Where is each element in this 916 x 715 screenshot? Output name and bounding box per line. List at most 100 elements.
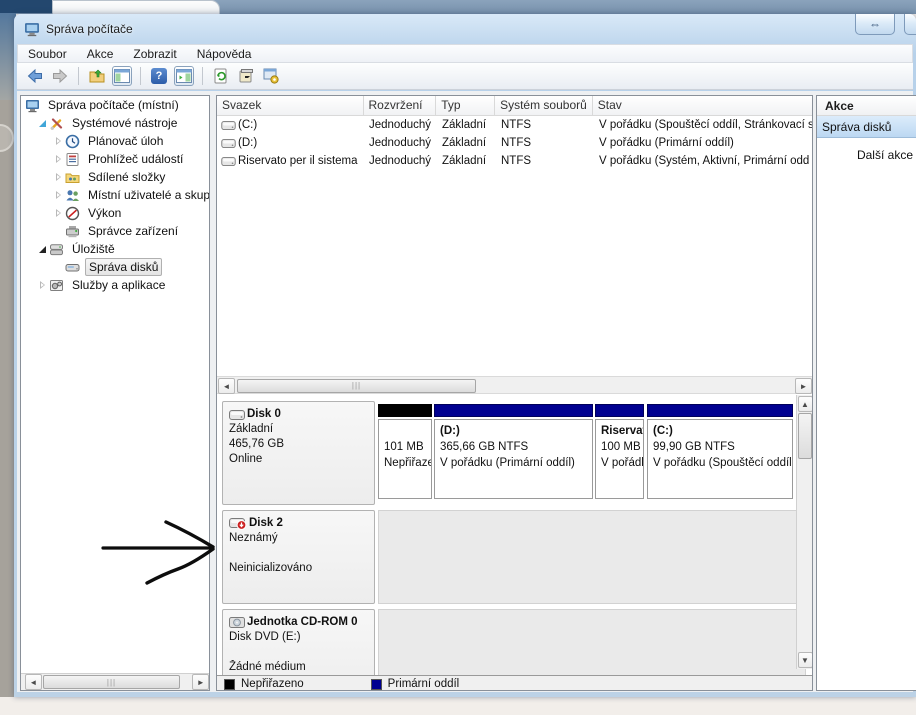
scroll-down-icon[interactable]: ▼: [798, 652, 813, 668]
event-viewer-icon: [65, 152, 81, 167]
disk-view-vertical-scrollbar[interactable]: ▲ ▼: [796, 395, 812, 669]
window-title: Správa počítače: [46, 22, 133, 36]
tree-item-uloziste[interactable]: Úložiště: [21, 240, 209, 258]
computer-icon: [25, 98, 41, 113]
primary-partition-swatch: [371, 679, 382, 690]
partition-c[interactable]: (C:) 99,90 GB NTFS V pořádku (Spouštěcí …: [647, 404, 793, 499]
col-typ[interactable]: Typ: [436, 96, 495, 115]
col-stav[interactable]: Stav: [593, 96, 812, 115]
content-area: Správa počítače (místní) Systémové nástr…: [17, 91, 913, 692]
volume-row-c[interactable]: (C:) Jednoduchý Základní NTFS V pořádku …: [217, 117, 812, 135]
disk-graphical-view: Disk 0 Základní 465,76 GB Online 101 MB …: [217, 395, 813, 673]
expand-collapse-icon[interactable]: [53, 171, 65, 183]
tree-item-mistni-uzivatele[interactable]: Místní uživatelé a skupiny: [21, 186, 209, 204]
tree-item-sdilene-slozky[interactable]: Sdílené složky: [21, 168, 209, 186]
legend-primary-label: Primární oddíl: [388, 678, 460, 690]
volume-icon: [221, 121, 236, 133]
tree-item-sluzby-a-aplikace[interactable]: Služby a aplikace: [21, 276, 209, 294]
scrollbar-thumb[interactable]: |||: [43, 675, 181, 689]
partition-riservato[interactable]: Riservato per il sistema 100 MB V pořádk…: [595, 404, 644, 499]
expander-spacer: [53, 261, 65, 273]
disk-error-icon: [229, 518, 247, 530]
screen: Správa počítače ⇔ Soubor Akce Zobrazit N…: [0, 0, 916, 715]
cdrom-status: Žádné médium: [229, 660, 368, 675]
window-icon: [24, 21, 40, 37]
expand-collapse-icon[interactable]: [37, 117, 49, 129]
tree-item-sprava-pocitace[interactable]: Správa počítače (místní): [21, 96, 209, 114]
partition-color-bar: [378, 404, 432, 417]
scroll-up-icon[interactable]: ▲: [798, 396, 813, 412]
disk-management-icon: [65, 260, 81, 275]
expand-collapse-icon[interactable]: [53, 207, 65, 219]
expander-spacer: [53, 225, 65, 237]
system-tools-icon: [49, 116, 65, 131]
partition-color-bar: [595, 404, 644, 417]
disk2-label[interactable]: Disk 2 Neznámý Neinicializováno: [222, 510, 375, 604]
local-users-icon: [65, 188, 81, 203]
col-rozvrzeni[interactable]: Rozvržení: [364, 96, 437, 115]
volume-list-horizontal-scrollbar[interactable]: ◄ ||| ►: [217, 376, 813, 394]
partition-color-bar: [434, 404, 593, 417]
show-hide-action-pane-icon[interactable]: [174, 66, 194, 86]
volume-row-riservato[interactable]: Riservato per il sistema Jednoduchý Zákl…: [217, 153, 812, 171]
storage-icon: [49, 242, 65, 257]
expand-collapse-icon[interactable]: [53, 153, 65, 165]
toolbar-separator: [140, 67, 141, 85]
menu-zobrazit[interactable]: Zobrazit: [123, 47, 186, 61]
clipped-caption-button[interactable]: [904, 14, 916, 35]
tree-horizontal-scrollbar[interactable]: ◄ ||| ►: [21, 673, 209, 690]
tree-item-planovac-uloh[interactable]: Plánovač úloh: [21, 132, 209, 150]
actions-more[interactable]: Další akce: [817, 148, 916, 162]
titlebar[interactable]: Správa počítače: [14, 14, 916, 44]
help-icon[interactable]: ?: [149, 66, 169, 86]
cd-drive-icon: [229, 617, 245, 628]
show-hide-console-tree-icon[interactable]: [112, 66, 132, 86]
desktop-strip: [0, 697, 916, 715]
scrollbar-thumb[interactable]: |||: [237, 379, 476, 393]
scrollbar-thumb[interactable]: [798, 413, 812, 459]
col-svazek[interactable]: Svazek: [217, 96, 364, 115]
actions-sprava-disku[interactable]: Správa disků: [817, 116, 916, 138]
disk0-size: 465,76 GB: [229, 437, 368, 452]
menubar: Soubor Akce Zobrazit Nápověda: [17, 44, 913, 63]
tree-item-sprava-disku[interactable]: Správa disků: [21, 258, 209, 276]
partition-color-bar: [647, 404, 793, 417]
shared-folders-icon: [65, 170, 81, 185]
disk0-label[interactable]: Disk 0 Základní 465,76 GB Online: [222, 401, 375, 505]
menu-soubor[interactable]: Soubor: [18, 47, 77, 61]
expand-collapse-icon[interactable]: [37, 243, 49, 255]
volume-list-header: Svazek Rozvržení Typ Systém souborů Stav: [217, 96, 812, 116]
configure-icon[interactable]: [261, 66, 281, 86]
console-tree-folder-icon[interactable]: [87, 66, 107, 86]
scroll-right-icon[interactable]: ►: [192, 674, 209, 690]
tree-item-systemove-nastroje[interactable]: Systémové nástroje: [21, 114, 209, 132]
expand-collapse-icon[interactable]: [37, 279, 49, 291]
expand-collapse-icon[interactable]: [53, 135, 65, 147]
unallocated-swatch: [224, 679, 235, 690]
scroll-left-icon[interactable]: ◄: [218, 378, 235, 394]
menu-napoveda[interactable]: Nápověda: [187, 47, 262, 61]
scroll-left-icon[interactable]: ◄: [25, 674, 42, 690]
expand-collapse-icon[interactable]: [53, 189, 65, 201]
col-system-souboru[interactable]: Systém souborů: [495, 96, 593, 115]
disk2-status: Neinicializováno: [229, 561, 368, 576]
refresh-icon[interactable]: [211, 66, 231, 86]
partition-d[interactable]: (D:) 365,66 GB NTFS V pořádku (Primární …: [434, 404, 593, 499]
actions-pane: Akce Správa disků Další akce: [816, 95, 916, 691]
back-icon[interactable]: [25, 66, 45, 86]
resize-button[interactable]: ⇔: [855, 14, 895, 35]
partition-unallocated[interactable]: 101 MB Nepřiřazeno: [378, 404, 432, 499]
menu-akce[interactable]: Akce: [77, 47, 124, 61]
volume-row-d[interactable]: (D:) Jednoduchý Základní NTFS V pořádku …: [217, 135, 812, 153]
forward-icon[interactable]: [50, 66, 70, 86]
tree-item-vykon[interactable]: Výkon: [21, 204, 209, 222]
tree-item-spravce-zarizeni[interactable]: Správce zařízení: [21, 222, 209, 240]
scroll-right-icon[interactable]: ►: [795, 378, 812, 394]
tree-item-prohlizec-udalosti[interactable]: Prohlížeč událostí: [21, 150, 209, 168]
disk-management-pane: Svazek Rozvržení Typ Systém souborů Stav…: [216, 95, 813, 691]
disk2-empty-area[interactable]: [378, 510, 806, 604]
volume-icon: [221, 139, 236, 151]
disk0-row: Disk 0 Základní 465,76 GB Online 101 MB …: [222, 401, 810, 505]
properties-icon[interactable]: [236, 66, 256, 86]
legend-unallocated-label: Nepřiřazeno: [241, 678, 304, 690]
